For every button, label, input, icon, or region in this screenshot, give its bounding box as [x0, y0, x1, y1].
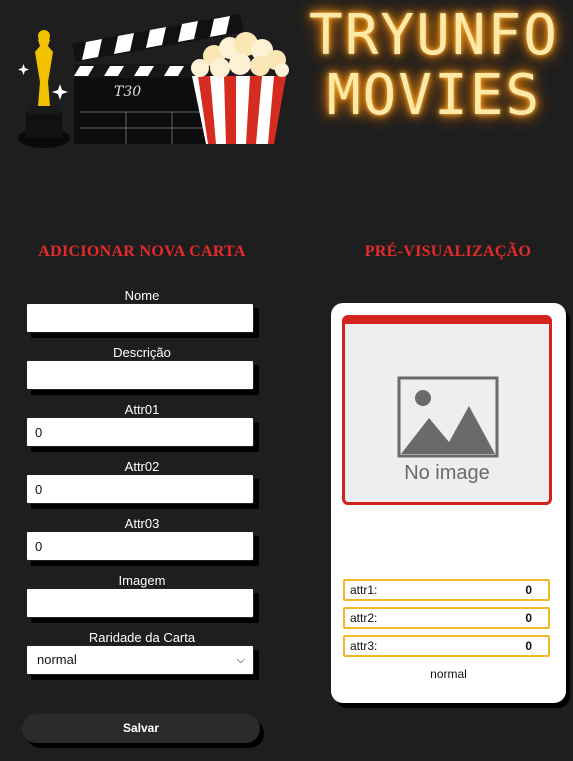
attr3-value: 0	[525, 639, 532, 653]
chevron-down-icon: ⌵	[236, 654, 245, 666]
header: T30 TRYUNFO MOVIES	[0, 0, 573, 170]
preview-rarity: normal	[430, 667, 467, 681]
attr03-input[interactable]	[26, 531, 254, 561]
preview-title: PRÉ-VISUALIZAÇÃO	[364, 243, 532, 260]
description-input[interactable]	[26, 360, 254, 390]
attr1-label: attr1:	[350, 583, 378, 597]
attr03-label: Attr03	[124, 516, 160, 531]
attr3-label: attr3:	[350, 639, 378, 653]
attr02-field-group: Attr02	[26, 459, 258, 516]
attr01-field-group: Attr01	[26, 402, 258, 459]
name-input[interactable]	[26, 303, 254, 333]
name-label: Nome	[124, 288, 160, 303]
description-label: Descrição	[113, 345, 171, 360]
rarity-field-group: Raridade da Carta normal ⌵	[26, 630, 258, 687]
rarity-label: Raridade da Carta	[88, 630, 196, 645]
preview-attr3: attr3: 0	[343, 635, 550, 657]
no-image-text: No image	[404, 462, 490, 484]
rarity-selected-value: normal	[37, 652, 77, 667]
preview-attr1: attr1: 0	[343, 579, 550, 601]
add-card-form: Nome Descrição Attr01 Attr02 Attr03 Imag…	[26, 288, 258, 687]
image-field-group: Imagem	[26, 573, 258, 630]
attr2-label: attr2:	[350, 611, 378, 625]
rarity-select[interactable]: normal ⌵	[26, 645, 254, 675]
card-image-frame: No image	[342, 315, 552, 505]
image-input[interactable]	[26, 588, 254, 618]
save-button[interactable]: Salvar	[22, 714, 260, 743]
attr01-label: Attr01	[124, 402, 160, 417]
form-title: ADICIONAR NOVA CARTA	[38, 243, 246, 260]
name-field-group: Nome	[26, 288, 258, 345]
attr03-field-group: Attr03	[26, 516, 258, 573]
attr2-value: 0	[525, 611, 532, 625]
attr01-input[interactable]	[26, 417, 254, 447]
attr02-input[interactable]	[26, 474, 254, 504]
svg-text:T30: T30	[114, 84, 141, 100]
rarity-select-wrap: normal ⌵	[26, 645, 258, 675]
brand-title: TRYUNFO MOVIES	[300, 6, 568, 126]
description-field-group: Descrição	[26, 345, 258, 402]
attr02-label: Attr02	[124, 459, 160, 474]
brand-line-2: MOVIES	[326, 63, 542, 128]
preview-attr2: attr2: 0	[343, 607, 550, 629]
brand-line-1: TRYUNFO	[308, 3, 559, 68]
oscar-statue-icon	[18, 30, 70, 148]
image-label: Imagem	[118, 573, 166, 588]
cinema-logo-icon: T30	[18, 14, 289, 148]
preview-card: No image attr1: 0 attr2: 0 attr3: 0 norm…	[331, 303, 566, 703]
popcorn-icon	[191, 32, 289, 144]
attr1-value: 0	[525, 583, 532, 597]
